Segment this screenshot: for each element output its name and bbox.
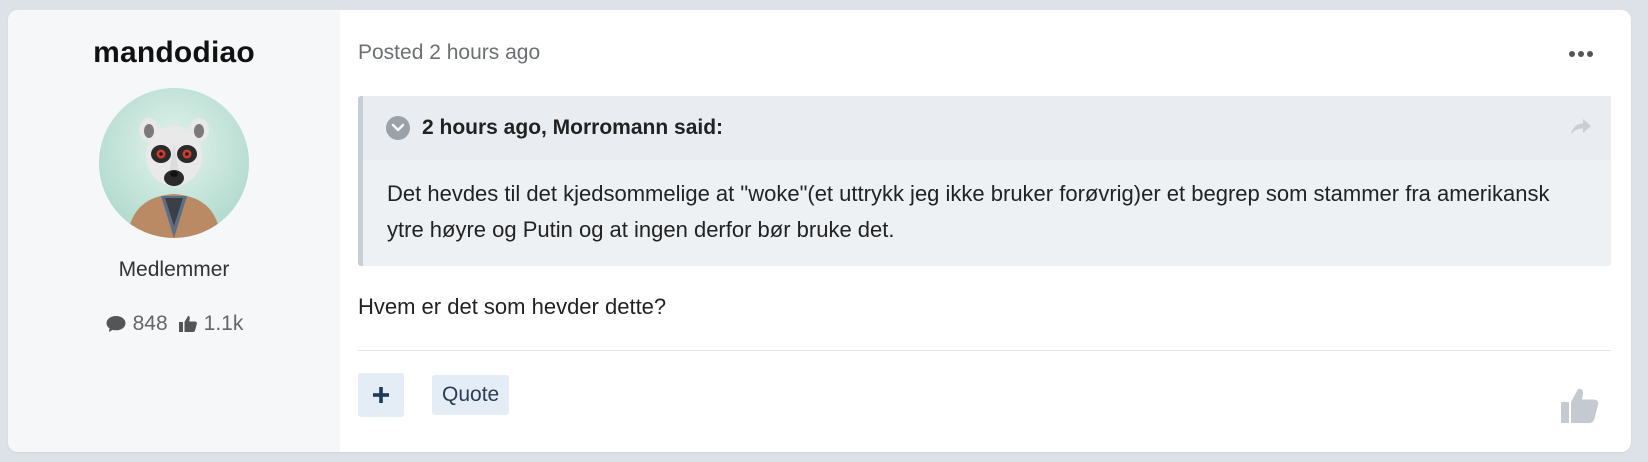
like-button[interactable]: [1559, 385, 1601, 430]
post-count: 848: [132, 312, 168, 335]
divider: [358, 350, 1611, 351]
reputation-count: 1.1k: [203, 312, 244, 335]
chevron-down-icon: [391, 123, 405, 132]
member-group: Medlemmer: [118, 258, 230, 281]
quote-text: Det hevdes til det kjedsommelige at "wok…: [387, 181, 1550, 242]
like-icon: [1561, 388, 1599, 423]
thumbs-up-icon: [178, 316, 197, 332]
forum-post: mandodiao Medlemmer 848 1.1k Posted 2 ho…: [8, 10, 1631, 452]
post-body: Hvem er det som hevder dette?: [358, 294, 667, 319]
quote-citation[interactable]: 2 hours ago, Morromann said:: [422, 116, 723, 140]
author-name[interactable]: mandodiao: [93, 36, 255, 70]
reputation-stat[interactable]: 1.1k: [178, 312, 244, 336]
quote-button[interactable]: Quote: [432, 375, 510, 415]
post-actions: Quote: [358, 373, 1611, 417]
plus-icon: [373, 387, 389, 403]
lemur-avatar-image: [99, 88, 249, 238]
post-timestamp[interactable]: Posted 2 hours ago: [358, 41, 540, 65]
quote-block: 2 hours ago, Morromann said: Det hevdes …: [358, 96, 1611, 266]
share-arrow-icon: [1571, 119, 1591, 135]
author-panel: mandodiao Medlemmer 848 1.1k: [8, 10, 340, 452]
quote-source-link[interactable]: [1569, 117, 1593, 142]
more-options-button[interactable]: [1563, 41, 1599, 65]
post-content: Posted 2 hours ago 2 hours ago, Morroman…: [340, 10, 1631, 452]
quote-toggle-button[interactable]: [386, 116, 410, 140]
multiquote-button[interactable]: [358, 373, 404, 417]
comment-icon: [106, 316, 126, 332]
post-meta: Posted 2 hours ago: [358, 10, 1611, 96]
author-stats: 848 1.1k: [105, 312, 244, 336]
more-horizontal-icon: [1568, 44, 1595, 62]
avatar[interactable]: [99, 88, 249, 238]
post-count-stat[interactable]: 848: [105, 312, 168, 336]
quote-header: 2 hours ago, Morromann said:: [363, 96, 1611, 160]
